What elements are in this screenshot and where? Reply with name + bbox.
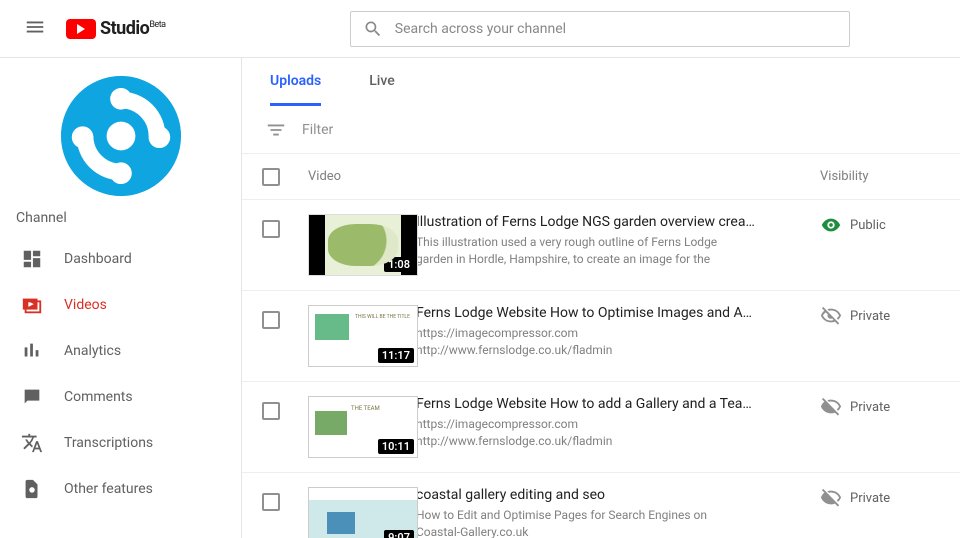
dashboard-icon (20, 247, 44, 271)
column-video: Video (308, 169, 416, 184)
video-duration: 11:17 (378, 348, 414, 363)
channel-label: Channel (0, 210, 241, 236)
video-title[interactable]: coastal gallery editing and seo (416, 487, 796, 503)
transcriptions-icon (20, 431, 44, 455)
visibility-label: Public (850, 218, 886, 233)
brand-name: StudioBeta (100, 18, 166, 39)
video-description: How to Edit and Optimise Pages for Searc… (416, 507, 800, 538)
video-title[interactable]: Illustration of Ferns Lodge NGS garden o… (416, 214, 796, 230)
video-thumbnail[interactable]: 9:07 (308, 487, 418, 538)
video-duration: 1:08 (384, 257, 414, 272)
tab-live[interactable]: Live (369, 58, 394, 106)
video-description: https://imagecompressor.comhttp://www.fe… (416, 416, 800, 450)
video-duration: 9:07 (384, 530, 414, 538)
video-title[interactable]: Ferns Lodge Website How to Optimise Imag… (416, 305, 796, 321)
visibility-cell[interactable]: Private (820, 305, 940, 327)
search-bar[interactable] (350, 11, 850, 47)
channel-avatar[interactable] (61, 76, 181, 196)
sidebar-item-label: Transcriptions (64, 435, 221, 451)
row-checkbox[interactable] (262, 220, 280, 238)
row-checkbox[interactable] (262, 493, 280, 511)
sidebar-item-comments[interactable]: Comments (0, 374, 241, 420)
tab-uploads[interactable]: Uploads (270, 58, 321, 106)
sidebar-item-label: Dashboard (64, 251, 221, 267)
sidebar-item-dashboard[interactable]: Dashboard (0, 236, 241, 282)
visibility-public-icon (820, 214, 842, 236)
visibility-private-icon (820, 396, 842, 418)
hamburger-menu[interactable] (16, 8, 54, 50)
sidebar-item-transcriptions[interactable]: Transcriptions (0, 420, 241, 466)
filter-placeholder[interactable]: Filter (302, 122, 333, 138)
select-all-checkbox[interactable] (262, 168, 280, 186)
filter-icon[interactable] (264, 119, 288, 141)
visibility-cell[interactable]: Private (820, 487, 940, 509)
sidebar: Channel Dashboard Videos Analytics Comme… (0, 58, 242, 538)
video-description: This illustration used a very rough outl… (416, 234, 800, 268)
comments-icon (20, 385, 44, 409)
table-header: Video Visibility (242, 154, 960, 200)
sidebar-item-other-features[interactable]: Other features (0, 466, 241, 512)
visibility-cell[interactable]: Public (820, 214, 940, 236)
video-thumbnail[interactable]: 1:08 (308, 214, 418, 276)
search-icon (363, 19, 383, 39)
visibility-cell[interactable]: Private (820, 396, 940, 418)
sidebar-item-label: Comments (64, 389, 221, 405)
video-title[interactable]: Ferns Lodge Website How to add a Gallery… (416, 396, 796, 412)
visibility-private-icon (820, 305, 842, 327)
sidebar-item-videos[interactable]: Videos (0, 282, 241, 328)
sidebar-item-label: Analytics (64, 343, 221, 359)
youtube-icon (66, 19, 96, 39)
search-input[interactable] (395, 21, 837, 37)
video-description: https://imagecompressor.comhttp://www.fe… (416, 325, 800, 359)
analytics-icon (20, 339, 44, 363)
video-thumbnail[interactable]: 10:11 (308, 396, 418, 458)
other-features-icon (20, 477, 44, 501)
visibility-label: Private (850, 491, 890, 506)
sidebar-item-analytics[interactable]: Analytics (0, 328, 241, 374)
sidebar-item-label: Videos (64, 297, 221, 313)
videos-icon (20, 293, 44, 317)
video-duration: 10:11 (378, 439, 414, 454)
sidebar-item-label: Other features (64, 481, 221, 497)
visibility-label: Private (850, 400, 890, 415)
row-checkbox[interactable] (262, 311, 280, 329)
table-row[interactable]: 10:11 Ferns Lodge Website How to add a G… (242, 382, 960, 473)
video-thumbnail[interactable]: 11:17 (308, 305, 418, 367)
row-checkbox[interactable] (262, 402, 280, 420)
visibility-label: Private (850, 309, 890, 324)
column-visibility: Visibility (820, 169, 940, 184)
youtube-studio-logo[interactable]: StudioBeta (66, 18, 166, 39)
table-row[interactable]: 1:08 Illustration of Ferns Lodge NGS gar… (242, 200, 960, 291)
table-row[interactable]: 9:07 coastal gallery editing and seo How… (242, 473, 960, 538)
visibility-private-icon (820, 487, 842, 509)
table-row[interactable]: 11:17 Ferns Lodge Website How to Optimis… (242, 291, 960, 382)
